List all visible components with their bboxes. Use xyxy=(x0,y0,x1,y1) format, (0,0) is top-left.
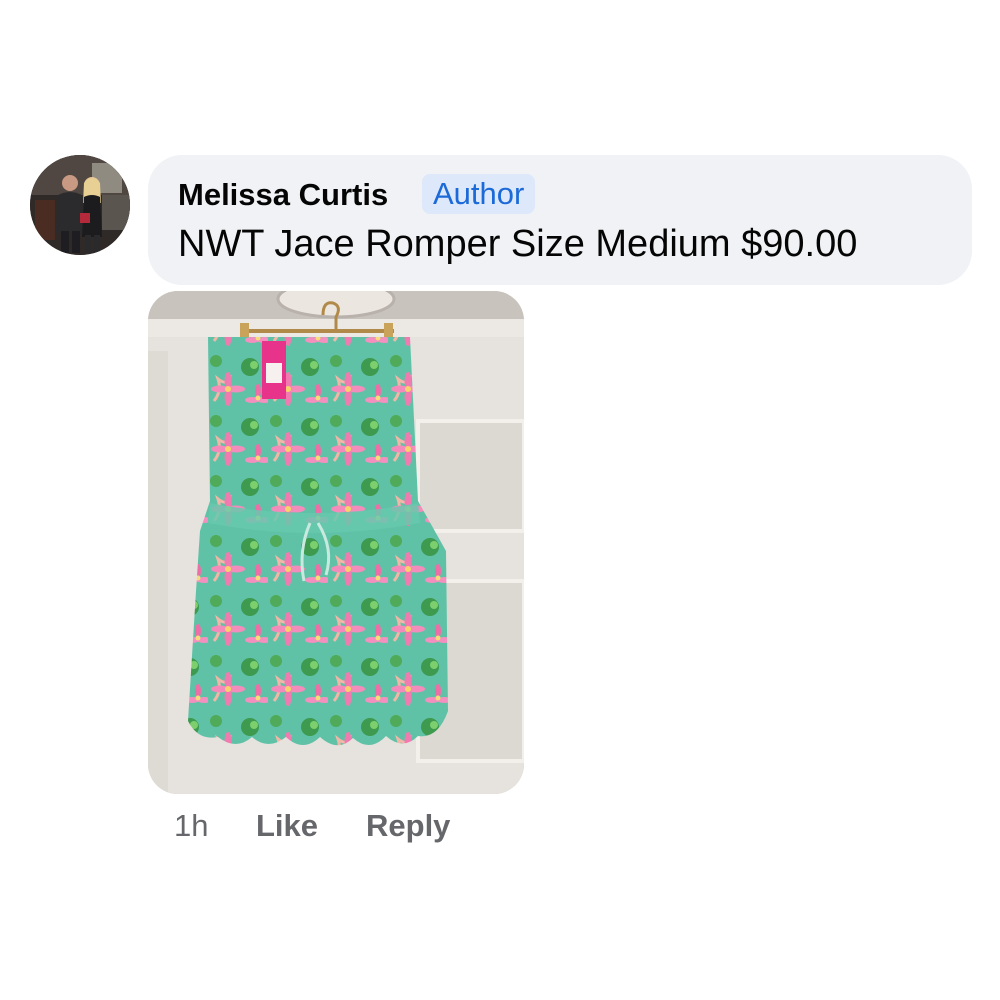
comment: Melissa Curtis Author NWT Jace Romper Si… xyxy=(0,0,1000,1000)
author-name[interactable]: Melissa Curtis xyxy=(178,177,388,213)
comment-bubble: Melissa Curtis Author NWT Jace Romper Si… xyxy=(148,155,972,285)
timestamp[interactable]: 1h xyxy=(174,808,208,844)
comment-attachment-photo[interactable] xyxy=(148,291,524,794)
avatar[interactable] xyxy=(30,155,130,255)
reply-button[interactable]: Reply xyxy=(366,808,450,844)
like-button[interactable]: Like xyxy=(256,808,318,844)
avatar-photo xyxy=(30,155,130,255)
comment-text: NWT Jace Romper Size Medium $90.00 xyxy=(178,223,858,265)
romper-photo xyxy=(148,291,524,794)
author-badge: Author xyxy=(422,174,536,214)
